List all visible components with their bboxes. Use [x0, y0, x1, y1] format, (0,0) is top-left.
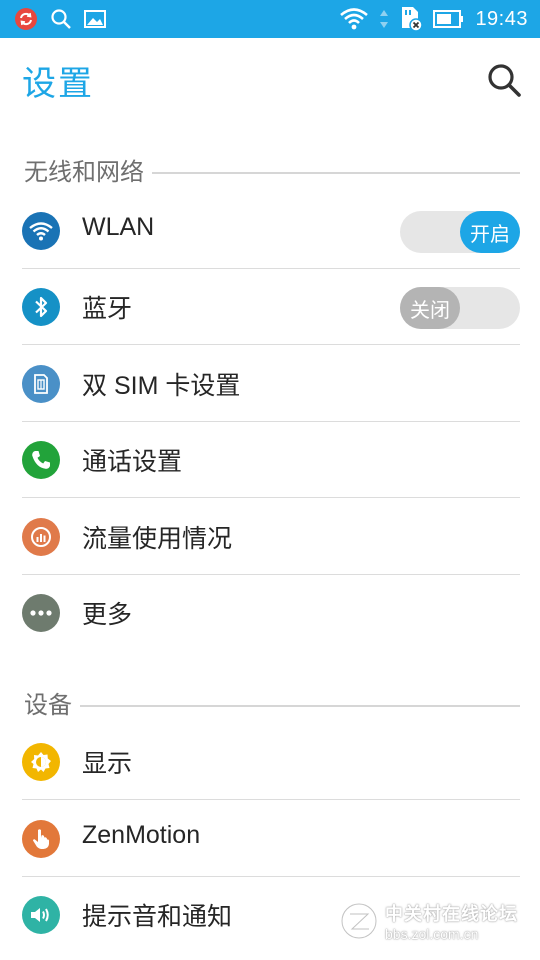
bluetooth-icon — [22, 288, 60, 326]
battery-icon — [433, 9, 465, 29]
section-header-device: 设备 — [0, 681, 540, 721]
search-button[interactable] — [484, 60, 524, 100]
section-title: 设备 — [24, 685, 80, 720]
phone-icon — [22, 441, 60, 479]
watermark: 中关村在线论坛 bbs.zol.com.cn — [339, 900, 518, 942]
settings-item-label: 蓝牙 — [82, 295, 133, 323]
page-title: 设置 — [22, 64, 94, 104]
bluetooth-toggle[interactable]: 关闭 — [400, 287, 520, 329]
data-arrows-icon — [379, 8, 389, 30]
settings-item-label: 双 SIM 卡设置 — [82, 372, 241, 400]
status-bar: 19:43 — [0, 0, 540, 38]
settings-item-zenmotion[interactable]: ZenMotion — [0, 801, 540, 877]
sound-icon — [22, 896, 60, 934]
sim-card-off-icon — [399, 6, 424, 32]
row-divider — [22, 799, 520, 800]
watermark-url: bbs.zol.com.cn — [385, 926, 479, 942]
settings-item-more[interactable]: 更多 — [0, 575, 540, 651]
gallery-icon — [84, 9, 106, 29]
toggle-knob: 开启 — [460, 211, 520, 253]
toggle-knob: 关闭 — [400, 287, 460, 329]
settings-item-dual-sim[interactable]: 双 SIM 卡设置 — [0, 346, 540, 422]
more-icon — [22, 594, 60, 632]
settings-item-label: WLAN — [82, 213, 155, 241]
status-bar-left — [14, 6, 106, 32]
watermark-text: 中关村在线论坛 bbs.zol.com.cn — [385, 900, 518, 942]
wifi-icon — [22, 212, 60, 250]
wlan-toggle[interactable]: 开启 — [400, 211, 520, 253]
zol-logo-icon — [339, 901, 379, 941]
settings-item-bluetooth[interactable]: 蓝牙 关闭 — [0, 269, 540, 345]
settings-item-label: 提示音和通知 — [82, 903, 233, 931]
settings-item-data-usage[interactable]: 流量使用情况 — [0, 499, 540, 575]
watermark-title: 中关村在线论坛 — [385, 904, 518, 925]
search-icon — [50, 8, 72, 30]
settings-item-label: 更多 — [82, 601, 133, 629]
settings-item-label: 流量使用情况 — [82, 525, 233, 553]
settings-item-label: 显示 — [82, 750, 133, 778]
row-divider — [22, 497, 520, 498]
search-icon — [486, 62, 522, 98]
sync-icon — [14, 7, 38, 31]
status-time: 19:43 — [475, 7, 528, 30]
section-title: 无线和网络 — [24, 152, 152, 187]
wifi-icon — [339, 7, 369, 31]
settings-item-display[interactable]: 显示 — [0, 724, 540, 800]
app-bar: 设置 — [0, 38, 540, 122]
data-usage-icon — [22, 518, 60, 556]
settings-item-call[interactable]: 通话设置 — [0, 422, 540, 498]
section-divider — [24, 705, 520, 707]
sim-card-icon — [22, 365, 60, 403]
settings-item-label: ZenMotion — [82, 821, 201, 849]
display-brightness-icon — [22, 743, 60, 781]
settings-item-label: 通话设置 — [82, 448, 183, 476]
zenmotion-hand-icon — [22, 820, 60, 858]
status-bar-right: 19:43 — [339, 6, 528, 32]
settings-item-wlan[interactable]: WLAN 开启 — [0, 193, 540, 269]
section-header-wireless: 无线和网络 — [0, 148, 540, 188]
row-divider — [22, 344, 520, 345]
